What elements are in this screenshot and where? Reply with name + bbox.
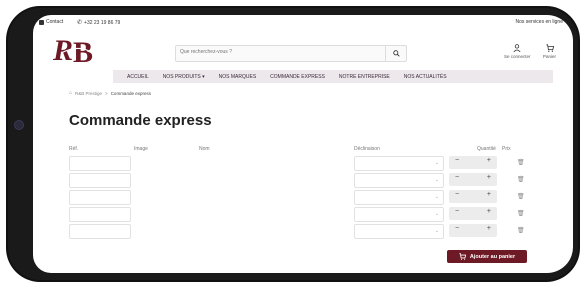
qty-minus-button[interactable]: − (455, 208, 459, 215)
table-row: ⌄ − + 🗑 (33, 173, 573, 188)
col-header-image: Image (134, 146, 148, 152)
chat-icon (39, 19, 44, 25)
quantity-stepper: − + (449, 190, 497, 203)
svg-text:B: B (73, 36, 93, 65)
declinaison-select[interactable]: ⌄ (354, 173, 444, 188)
search-bar (175, 45, 407, 62)
breadcrumb-home[interactable]: R&B Prestige (75, 91, 102, 96)
ref-input[interactable] (69, 224, 131, 239)
col-header-quantity: Quantité (477, 146, 496, 152)
screen: Contact ✆ +32 23 19 86 79 Nos services e… (33, 15, 573, 273)
trash-icon[interactable]: 🗑 (517, 210, 525, 217)
user-icon (504, 44, 531, 54)
ref-input[interactable] (69, 190, 131, 205)
search-icon (392, 50, 400, 57)
trash-icon[interactable]: 🗑 (517, 227, 525, 234)
add-to-cart-button[interactable]: Ajouter au panier (447, 250, 527, 263)
trash-icon[interactable]: 🗑 (517, 193, 525, 200)
contact-label: Contact (46, 19, 64, 25)
login-link[interactable]: Se connecter (504, 44, 531, 59)
quantity-stepper: − + (449, 156, 497, 169)
nav-item-actualites[interactable]: NOS ACTUALITÉS (404, 74, 447, 80)
quantity-stepper: − + (449, 224, 497, 237)
logo[interactable]: R B (51, 33, 103, 69)
nav-item-commande-express[interactable]: COMMANDE EXPRESS (270, 74, 325, 80)
contact-link[interactable]: Contact (39, 19, 63, 25)
nav-item-marques[interactable]: NOS MARQUES (219, 74, 257, 80)
qty-plus-button[interactable]: + (487, 191, 491, 198)
chevron-down-icon: ⌄ (434, 211, 439, 217)
home-icon: ⌂ (69, 90, 73, 96)
phone-icon: ✆ (77, 20, 83, 26)
col-header-ref: Réf. (69, 146, 79, 152)
cart-link[interactable]: Panier (543, 44, 556, 59)
trash-icon[interactable]: 🗑 (517, 159, 525, 166)
phone-number: +32 23 19 86 79 (84, 19, 121, 26)
services-link[interactable]: Nos services en ligne (515, 19, 563, 25)
col-header-name: Nom (199, 146, 210, 152)
qty-minus-button[interactable]: − (455, 174, 459, 181)
nav-item-entreprise[interactable]: NOTRE ENTREPRISE (339, 74, 390, 80)
qty-minus-button[interactable]: − (455, 157, 459, 164)
chevron-down-icon: ⌄ (434, 177, 439, 183)
phone-notch (0, 48, 33, 218)
nav-item-accueil[interactable]: ACCUEIL (127, 74, 149, 80)
add-to-cart-label: Ajouter au panier (469, 253, 516, 260)
page-title: Commande express (69, 112, 212, 129)
chevron-down-icon: ⌄ (434, 194, 439, 200)
qty-plus-button[interactable]: + (487, 208, 491, 215)
trash-icon[interactable]: 🗑 (517, 176, 525, 183)
nav-item-produits[interactable]: NOS PRODUITS ▾ (163, 74, 205, 80)
quantity-stepper: − + (449, 173, 497, 186)
table-row: ⌄ − + 🗑 (33, 224, 573, 239)
login-label: Se connecter (504, 54, 531, 59)
declinaison-select[interactable]: ⌄ (354, 207, 444, 222)
ref-input[interactable] (69, 173, 131, 188)
table-row: ⌄ − + 🗑 (33, 207, 573, 222)
logo-graphic: R B (52, 34, 93, 69)
col-header-price: Prix (502, 146, 511, 152)
cart-icon (543, 44, 556, 54)
table-row: ⌄ − + 🗑 (33, 156, 573, 171)
breadcrumb-separator: > (105, 90, 108, 96)
ref-input[interactable] (69, 207, 131, 222)
qty-plus-button[interactable]: + (487, 157, 491, 164)
main-nav: ACCUEIL NOS PRODUITS ▾ NOS MARQUES COMMA… (113, 70, 553, 83)
search-button[interactable] (385, 46, 406, 61)
declinaison-select[interactable]: ⌄ (354, 224, 444, 239)
ref-input[interactable] (69, 156, 131, 171)
cart-label: Panier (543, 54, 557, 59)
breadcrumb: ⌂ R&B Prestige > Commande express (69, 90, 151, 96)
phone-link[interactable]: ✆ +32 23 19 86 79 (77, 19, 121, 27)
qty-plus-button[interactable]: + (487, 174, 491, 181)
breadcrumb-current: Commande express (110, 90, 151, 96)
services-label: Nos services en ligne (515, 19, 563, 25)
chevron-down-icon: ⌄ (434, 228, 439, 234)
search-input[interactable] (180, 49, 370, 55)
qty-plus-button[interactable]: + (487, 225, 491, 232)
col-header-declinaison: Déclinaison (354, 146, 380, 152)
qty-minus-button[interactable]: − (455, 225, 459, 232)
declinaison-select[interactable]: ⌄ (354, 156, 444, 171)
quantity-stepper: − + (449, 207, 497, 220)
camera-icon (14, 120, 24, 130)
qty-minus-button[interactable]: − (455, 191, 459, 198)
chevron-down-icon: ⌄ (434, 160, 439, 166)
declinaison-select[interactable]: ⌄ (354, 190, 444, 205)
cart-icon (459, 253, 466, 260)
top-bar: Contact ✆ +32 23 19 86 79 Nos services e… (33, 15, 573, 29)
table-row: ⌄ − + 🗑 (33, 190, 573, 205)
